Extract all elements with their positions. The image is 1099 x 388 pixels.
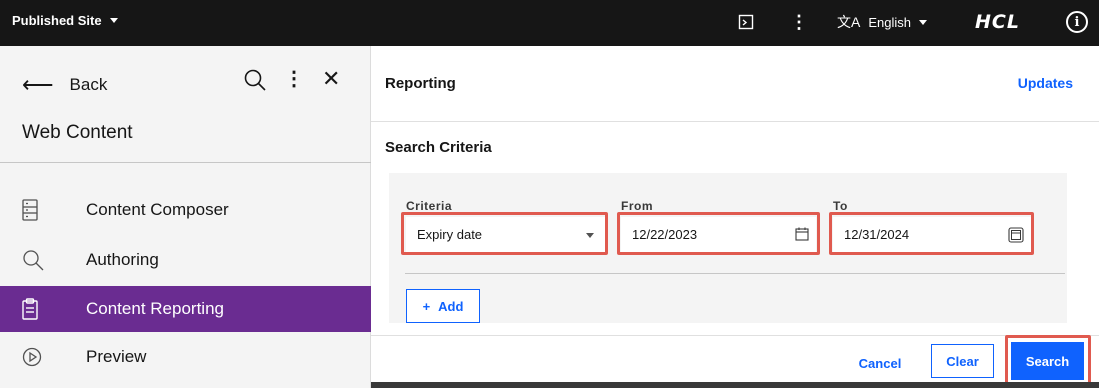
clipboard-icon <box>0 298 86 320</box>
site-label: Published Site <box>12 13 102 28</box>
play-icon <box>0 347 86 367</box>
calendar-icon[interactable] <box>1008 227 1024 243</box>
sidebar-title: Web Content <box>22 122 133 143</box>
sidebar-item-content-reporting[interactable]: Content Reporting <box>0 286 371 332</box>
sidebar-item-authoring[interactable]: Authoring <box>0 237 371 283</box>
divider <box>0 162 371 163</box>
from-date-input[interactable]: 12/22/2023 <box>621 217 816 253</box>
caret-down-icon <box>109 18 118 23</box>
translate-icon: 文A <box>837 14 861 30</box>
criteria-box: Criteria Expiry date From 12/22/2023 To … <box>389 173 1067 323</box>
arrow-left-icon: ⟵ <box>22 72 54 97</box>
hcl-logo: HCL <box>975 11 1020 33</box>
section-title: Search Criteria <box>385 139 492 156</box>
sidebar-item-label: Content Composer <box>86 200 229 219</box>
site-selector[interactable]: Published Site <box>12 13 118 28</box>
info-icon[interactable]: i <box>1066 11 1088 33</box>
sidebar-item-label: Preview <box>86 347 147 366</box>
overflow-menu-icon[interactable]: ⋮ <box>787 10 811 34</box>
bottom-strip <box>371 382 1099 388</box>
clear-button[interactable]: Clear <box>931 344 994 378</box>
language-selector[interactable]: 文A English <box>837 12 927 32</box>
to-label: To <box>833 199 848 213</box>
language-label: English <box>868 14 911 30</box>
chevron-down-icon <box>586 233 594 238</box>
top-bar: Published Site ⋮ 文A English HCL i <box>0 0 1099 46</box>
search-icon <box>0 249 86 271</box>
criteria-value: Expiry date <box>417 227 483 242</box>
from-label: From <box>621 199 653 213</box>
add-button[interactable]: + Add <box>406 289 480 323</box>
updates-link[interactable]: Updates <box>1018 75 1073 91</box>
back-button[interactable]: ⟵ Back <box>22 74 107 96</box>
divider <box>405 273 1065 274</box>
sidebar-item-content-composer[interactable]: Content Composer <box>0 187 371 233</box>
search-button[interactable]: Search <box>1011 342 1084 380</box>
to-date-value: 12/31/2024 <box>844 227 910 242</box>
back-label: Back <box>69 75 108 94</box>
from-date-value: 12/22/2023 <box>632 227 698 242</box>
divider <box>371 335 1099 336</box>
caret-down-icon <box>918 19 927 25</box>
panel-icon[interactable] <box>734 10 758 34</box>
criteria-label: Criteria <box>406 199 453 213</box>
main-panel: Reporting Updates Search Criteria Criter… <box>371 46 1099 388</box>
sidebar: ⟵ Back ⋮ ✕ Web Content Content Composer … <box>0 46 371 388</box>
page-title: Reporting <box>385 75 456 92</box>
calendar-icon[interactable] <box>795 227 811 243</box>
sidebar-item-label: Content Reporting <box>86 299 224 318</box>
sidebar-item-preview[interactable]: Preview <box>0 334 371 380</box>
plus-icon: + <box>422 298 431 314</box>
close-icon[interactable]: ✕ <box>322 66 340 92</box>
search-icon[interactable] <box>243 68 267 92</box>
sidebar-header: ⟵ Back ⋮ ✕ <box>0 46 371 130</box>
page: Published Site ⋮ 文A English HCL i ⟵ Back… <box>0 0 1099 388</box>
cancel-button[interactable]: Cancel <box>845 346 915 380</box>
criteria-select[interactable]: Expiry date <box>406 217 606 253</box>
composer-icon <box>0 199 86 221</box>
panel-header: Reporting Updates <box>371 46 1099 122</box>
overflow-menu-icon[interactable]: ⋮ <box>284 66 304 91</box>
sidebar-item-label: Authoring <box>86 250 159 269</box>
add-label: Add <box>438 298 464 314</box>
to-date-input[interactable]: 12/31/2024 <box>833 217 1031 253</box>
